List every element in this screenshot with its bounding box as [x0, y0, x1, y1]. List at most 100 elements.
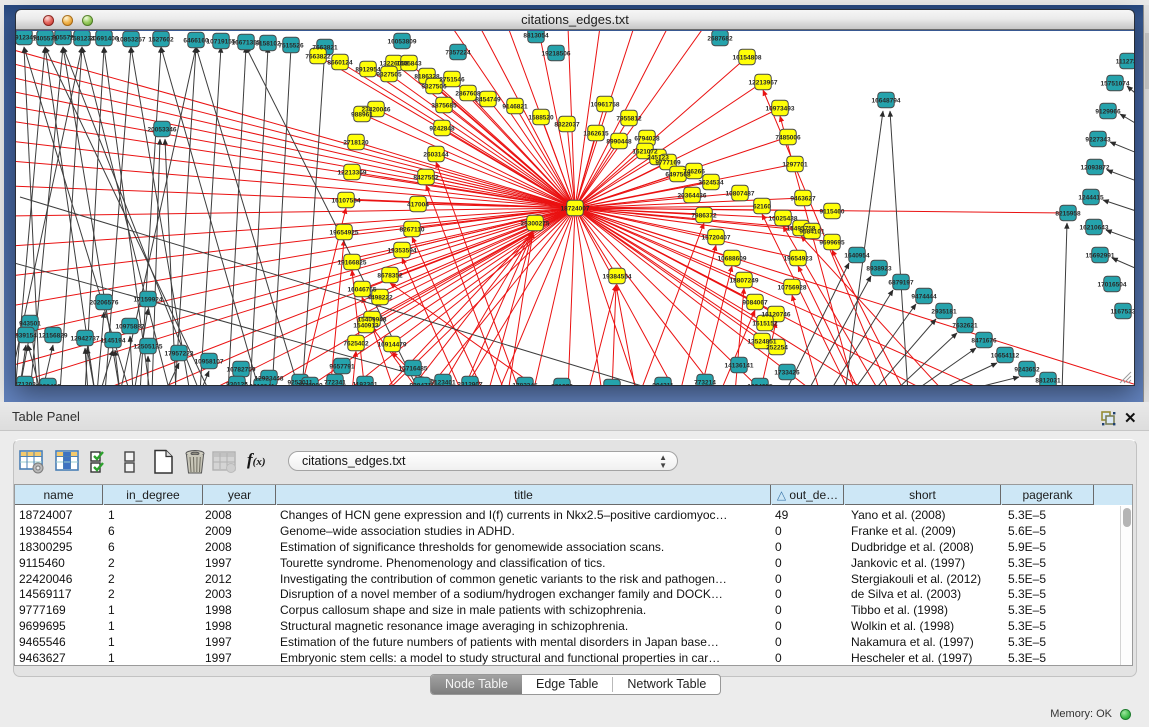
svg-text:62160: 62160 — [753, 204, 771, 211]
svg-text:16914479: 16914479 — [378, 342, 407, 349]
svg-text:7955812: 7955812 — [616, 116, 642, 123]
svg-text:10654112: 10654112 — [991, 353, 1020, 360]
svg-text:830125: 830125 — [226, 382, 248, 386]
svg-text:19353594: 19353594 — [388, 248, 417, 255]
svg-text:8812031: 8812031 — [1035, 378, 1061, 385]
svg-text:10688609: 10688609 — [718, 256, 747, 263]
svg-text:9463627: 9463627 — [790, 196, 816, 203]
svg-text:773214: 773214 — [694, 380, 716, 386]
svg-text:2935181: 2935181 — [931, 309, 957, 316]
svg-text:17159924: 17159924 — [134, 297, 163, 304]
svg-text:252254: 252254 — [766, 345, 788, 352]
svg-text:9474444: 9474444 — [911, 294, 937, 301]
svg-text:20364436: 20364436 — [678, 193, 707, 200]
svg-text:3875685: 3875685 — [431, 103, 457, 110]
svg-text:1362615: 1362615 — [583, 131, 609, 138]
svg-text:19166825: 19166825 — [338, 260, 367, 267]
svg-text:8823410: 8823410 — [35, 384, 61, 386]
svg-text:17957223: 17957223 — [165, 351, 194, 358]
svg-text:9242848: 9242848 — [429, 126, 455, 133]
svg-text:1588520: 1588520 — [528, 115, 554, 122]
svg-text:904211: 904211 — [652, 383, 674, 386]
svg-text:1192301: 1192301 — [353, 382, 378, 386]
svg-text:8186328: 8186328 — [414, 74, 440, 81]
svg-text:12213967: 12213967 — [749, 80, 778, 87]
svg-text:17016504: 17016504 — [1098, 282, 1127, 289]
svg-text:15716485: 15716485 — [399, 366, 428, 373]
svg-text:1540913: 1540913 — [353, 323, 379, 330]
svg-text:746266: 746266 — [683, 169, 705, 176]
svg-text:16782759: 16782759 — [227, 367, 256, 374]
svg-text:12156829: 12156829 — [39, 333, 68, 340]
svg-text:7625402: 7625402 — [343, 341, 369, 348]
svg-text:12505135: 12505135 — [134, 344, 163, 351]
svg-text:7357224: 7357224 — [445, 50, 471, 57]
svg-text:1145194: 1145194 — [101, 338, 126, 345]
svg-text:12093872: 12093872 — [1081, 165, 1110, 172]
svg-text:9777169: 9777169 — [655, 160, 681, 167]
svg-text:2231909: 2231909 — [297, 383, 323, 386]
svg-text:20206576: 20206576 — [90, 300, 119, 307]
svg-text:10807487: 10807487 — [726, 191, 755, 198]
svg-text:12213369: 12213369 — [338, 170, 367, 177]
svg-text:10973493: 10973493 — [766, 106, 795, 113]
svg-text:9115460: 9115460 — [820, 209, 845, 216]
svg-text:14136141: 14136141 — [725, 363, 754, 370]
svg-text:9158102: 9158102 — [255, 41, 281, 48]
svg-text:1733426: 1733426 — [774, 370, 800, 377]
svg-text:2603144: 2603144 — [423, 152, 449, 159]
svg-text:8660124: 8660124 — [327, 60, 353, 67]
svg-text:3312907: 3312907 — [457, 382, 483, 386]
svg-text:9584101: 9584101 — [799, 229, 825, 236]
svg-text:19384554: 19384554 — [603, 274, 632, 281]
svg-text:10853257: 10853257 — [117, 37, 146, 44]
svg-text:8938923: 8938923 — [866, 266, 892, 273]
svg-text:9912041: 9912041 — [249, 384, 275, 386]
svg-text:8215958: 8215958 — [1055, 211, 1081, 218]
svg-text:9243652: 9243652 — [1014, 367, 1040, 374]
svg-text:2751546: 2751546 — [439, 77, 465, 84]
svg-text:16648794: 16648794 — [872, 98, 901, 105]
svg-text:943501: 943501 — [19, 321, 41, 328]
svg-text:1640954: 1640954 — [844, 253, 870, 260]
svg-text:9284711: 9284711 — [410, 383, 435, 386]
svg-text:1167533: 1167533 — [1111, 309, 1134, 316]
svg-text:1244415: 1244415 — [1078, 195, 1104, 202]
svg-text:9227343: 9227343 — [1085, 137, 1111, 144]
svg-text:9327505: 9327505 — [376, 72, 402, 79]
svg-text:7485006: 7485006 — [775, 135, 801, 142]
svg-text:19218506: 19218506 — [542, 51, 571, 58]
svg-text:1334655: 1334655 — [747, 384, 773, 386]
svg-text:20691406: 20691406 — [90, 36, 119, 43]
svg-text:6794028: 6794028 — [634, 136, 660, 143]
svg-text:1527602: 1527602 — [148, 37, 174, 44]
svg-text:2687682: 2687682 — [707, 36, 733, 43]
svg-text:8471676: 8471676 — [971, 338, 997, 345]
svg-text:16107554: 16107554 — [332, 198, 361, 205]
svg-text:1615152: 1615152 — [752, 321, 778, 328]
svg-text:7723410: 7723410 — [599, 385, 625, 386]
svg-text:8678352: 8678352 — [377, 273, 403, 280]
svg-text:3624534: 3624534 — [698, 180, 724, 187]
svg-text:939154: 939154 — [16, 333, 37, 340]
svg-text:1297701: 1297701 — [782, 162, 808, 169]
svg-text:6879197: 6879197 — [888, 280, 914, 287]
svg-text:16210643: 16210643 — [1080, 225, 1109, 232]
svg-text:772341: 772341 — [324, 380, 346, 386]
svg-text:10756928: 10756928 — [778, 285, 807, 292]
svg-text:9146821: 9146821 — [502, 104, 528, 111]
svg-text:12923448: 12923448 — [255, 376, 284, 383]
svg-text:6466160: 6466160 — [183, 38, 209, 45]
svg-text:18724007: 18724007 — [561, 206, 590, 213]
svg-text:4498222: 4498222 — [367, 295, 393, 302]
svg-text:8267110: 8267110 — [400, 227, 425, 234]
svg-text:1112733: 1112733 — [1116, 59, 1134, 66]
svg-text:7515526: 7515526 — [278, 43, 304, 50]
svg-text:10961758: 10961758 — [591, 102, 620, 109]
svg-text:15751074: 15751074 — [1101, 81, 1130, 88]
svg-text:988961: 988961 — [351, 112, 373, 119]
svg-text:7986372: 7986372 — [691, 213, 717, 220]
svg-text:16154808: 16154808 — [733, 55, 762, 62]
svg-text:771203: 771203 — [16, 382, 36, 386]
svg-text:9657791: 9657791 — [329, 364, 355, 371]
